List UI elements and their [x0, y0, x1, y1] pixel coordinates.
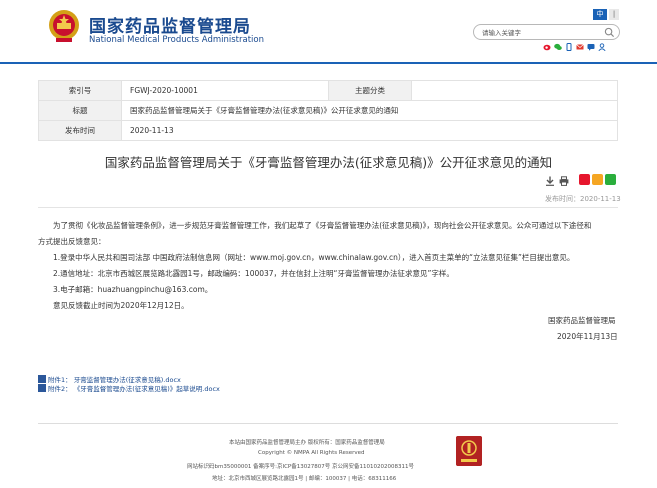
- index-value: FGWJ-2020-10001: [121, 80, 329, 101]
- government-site-badge-icon[interactable]: [456, 436, 482, 466]
- title-label: 标题: [38, 100, 122, 121]
- word-doc-icon: [38, 384, 46, 392]
- word-doc-icon: [38, 375, 46, 383]
- deadline-text: 意见反馈截止时间为2020年12月12日。: [53, 301, 189, 310]
- article-title: 国家药品监督管理局关于《牙膏监督管理办法(征求意见稿)》公开征求意见的通知: [104, 155, 553, 170]
- body-paragraph: 为了贯彻《化妆品监督管理条例》，进一步规范牙膏监督管理工作，我们起草了《牙膏监督…: [53, 221, 592, 230]
- signature-date: 2020年11月13日: [557, 332, 618, 341]
- share-qzone-icon[interactable]: [592, 174, 603, 185]
- header-divider: [0, 62, 657, 64]
- body-item-1: 1.登录中华人民共和国司法部 中国政府法制信息网（网址：www.moj.gov.…: [53, 253, 575, 262]
- share-weibo-icon[interactable]: [579, 174, 590, 185]
- footer-divider: [38, 423, 618, 424]
- language-switch-button[interactable]: |: [609, 9, 619, 20]
- site-title-cn[interactable]: 国家药品监督管理局: [89, 12, 251, 37]
- message-icon[interactable]: [587, 43, 595, 51]
- topic-label: 主题分类: [328, 80, 412, 101]
- weibo-icon[interactable]: [543, 43, 551, 51]
- site-title-en[interactable]: National Medical Products Administration: [89, 35, 264, 45]
- body-item-3: 3.电子邮箱：huazhuangpinchu@163.com。: [53, 285, 213, 294]
- download-icon[interactable]: [545, 176, 555, 186]
- language-cn-button[interactable]: 中: [593, 9, 607, 20]
- publish-time: 发布时间：2020-11-13: [545, 195, 621, 203]
- share-buttons: [579, 174, 616, 185]
- article-body: 为了贯彻《化妆品监督管理条例》，进一步规范牙膏监督管理工作，我们起草了《牙膏监督…: [38, 218, 622, 314]
- topic-value: [411, 80, 618, 101]
- share-wechat-icon[interactable]: [605, 174, 616, 185]
- body-item-2: 2.通信地址：北京市西城区展览路北露园1号，邮政编码：100037，并在信封上注…: [53, 269, 454, 278]
- title-divider: [38, 207, 618, 208]
- email-icon[interactable]: [576, 43, 584, 51]
- document-meta-table: 索引号 FGWJ-2020-10001 主题分类 标题 国家药品监督管理局关于《…: [38, 80, 618, 141]
- wechat-icon[interactable]: [554, 43, 562, 51]
- attachment-label-2[interactable]: 附件2： 《牙膏监督管理办法(征求意见稿)》起草说明.docx: [48, 383, 220, 393]
- date-value: 2020-11-13: [121, 120, 618, 141]
- print-icon[interactable]: [559, 176, 569, 186]
- national-emblem-icon[interactable]: [47, 8, 81, 44]
- site-header: 国家药品监督管理局 National Medical Products Admi…: [0, 0, 657, 62]
- search-input[interactable]: [482, 27, 597, 38]
- body-paragraph-cont: 方式提出反馈意见：: [38, 237, 106, 246]
- signature-org: 国家药品监督管理局: [548, 316, 616, 325]
- social-links: [543, 43, 606, 51]
- date-label: 发布时间: [38, 120, 122, 141]
- user-icon[interactable]: [598, 43, 606, 51]
- article-tools: [545, 176, 569, 186]
- mobile-icon[interactable]: [565, 43, 573, 51]
- footer-registration[interactable]: 网站标识码bm35000001 备案序号:京ICP备13027807号 京公网安…: [187, 462, 414, 470]
- attachment-link-2[interactable]: 附件2： 《牙膏监督管理办法(征求意见稿)》起草说明.docx: [38, 383, 220, 393]
- footer-sponsor: 本站由国家药品监督管理局主办 版权所有：国家药品监督管理局: [229, 440, 385, 446]
- footer-copyright: Copyright © NMPA All Rights Reserved: [258, 450, 365, 456]
- title-value: 国家药品监督管理局关于《牙膏监督管理办法(征求意见稿)》公开征求意见的通知: [121, 100, 618, 121]
- index-label: 索引号: [38, 80, 122, 101]
- search-icon[interactable]: [604, 27, 615, 38]
- search-box: [473, 24, 620, 40]
- footer-address: 地址：北京市西城区展览路北露园1号 | 邮编：100037 | 电话：68311…: [212, 476, 397, 482]
